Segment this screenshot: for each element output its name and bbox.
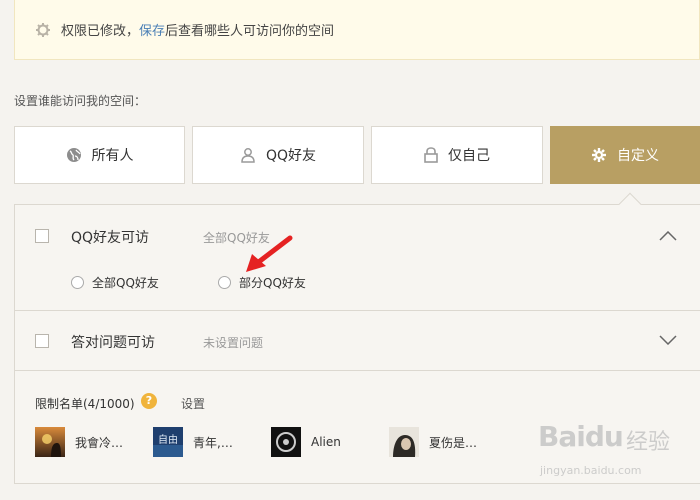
radio-partial-friends[interactable]: 部分QQ好友 bbox=[218, 274, 306, 291]
radio-button[interactable] bbox=[218, 276, 231, 289]
watermark: Baidu 经验 jingyan.baidu.com bbox=[538, 420, 688, 486]
option-label: 所有人 bbox=[91, 148, 134, 164]
section-title: 设置谁能访问我的空间： bbox=[14, 94, 147, 108]
gear-icon bbox=[592, 148, 606, 162]
question-label: 答对问题可访 bbox=[71, 335, 155, 351]
help-icon[interactable]: ? bbox=[141, 393, 157, 409]
user-icon bbox=[241, 148, 255, 163]
restriction-settings-link[interactable]: 设置 bbox=[181, 395, 205, 412]
radio-label: 部分QQ好友 bbox=[239, 276, 306, 290]
restriction-list-title: 限制名单(4/1000) bbox=[35, 397, 135, 411]
friend-name: 我會冷… bbox=[75, 435, 124, 450]
option-only-me-button[interactable]: 仅自己 bbox=[371, 126, 543, 184]
qq-friends-row: QQ好友可访 全部QQ好友 全部QQ好友 部分QQ好友 bbox=[15, 205, 700, 311]
friend-name: Alien bbox=[311, 435, 341, 449]
watermark-logo: Baidu bbox=[538, 420, 624, 453]
question-row: 答对问题可访 未设置问题 bbox=[15, 311, 700, 371]
qq-friends-label: QQ好友可访 bbox=[71, 230, 150, 246]
restricted-friend[interactable]: 夏伤是… bbox=[389, 427, 477, 457]
radio-all-friends[interactable]: 全部QQ好友 bbox=[71, 274, 159, 291]
chevron-down-icon[interactable] bbox=[659, 335, 677, 345]
avatar: 自由 bbox=[153, 427, 183, 457]
globe-icon bbox=[66, 148, 81, 162]
avatar bbox=[389, 427, 419, 457]
watermark-text: 经验 bbox=[626, 430, 671, 455]
avatar bbox=[35, 427, 65, 457]
notice-suffix: 后查看哪些人可访问你的空间 bbox=[165, 24, 335, 39]
friend-name: 夏伤是… bbox=[429, 435, 478, 450]
option-qq-friends-button[interactable]: QQ好友 bbox=[192, 126, 364, 184]
notice-prefix: 权限已修改， bbox=[61, 24, 140, 39]
radio-button[interactable] bbox=[71, 276, 84, 289]
restricted-friend[interactable]: Alien bbox=[271, 427, 341, 457]
lock-icon bbox=[424, 147, 438, 163]
option-label: QQ好友 bbox=[265, 148, 317, 164]
question-checkbox[interactable] bbox=[35, 334, 49, 348]
chevron-up-icon[interactable] bbox=[659, 231, 677, 241]
option-label: 仅自己 bbox=[448, 148, 490, 164]
annotation-arrow-icon bbox=[246, 235, 293, 272]
save-link[interactable]: 保存 bbox=[139, 20, 165, 39]
qq-friends-checkbox[interactable] bbox=[35, 229, 49, 243]
avatar-text: 自由 bbox=[158, 433, 178, 446]
avatar bbox=[271, 427, 301, 457]
watermark-url: jingyan.baidu.com bbox=[540, 464, 642, 477]
restricted-friend[interactable]: 自由 青年,… bbox=[153, 427, 233, 457]
option-custom-button[interactable]: 自定义 bbox=[550, 126, 700, 184]
option-everyone-button[interactable]: 所有人 bbox=[14, 126, 185, 184]
notice-banner: 权限已修改， 保存 后查看哪些人可访问你的空间 bbox=[14, 0, 700, 60]
option-label: 自定义 bbox=[617, 148, 659, 164]
gear-icon bbox=[36, 22, 50, 37]
restricted-friend[interactable]: 我會冷… bbox=[35, 427, 123, 457]
radio-label: 全部QQ好友 bbox=[92, 276, 159, 290]
friend-name: 青年,… bbox=[193, 435, 233, 450]
question-summary: 未设置问题 bbox=[203, 336, 264, 350]
